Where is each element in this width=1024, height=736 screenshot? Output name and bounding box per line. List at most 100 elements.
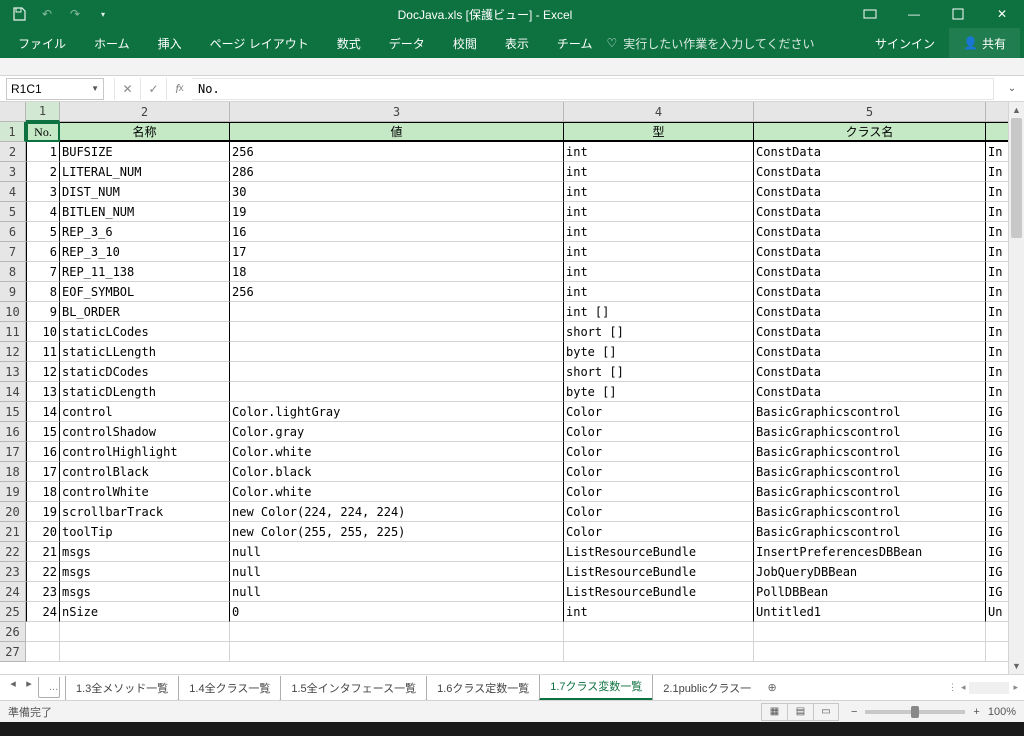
hscroll-track[interactable] [969, 682, 1009, 694]
tab-view[interactable]: 表示 [491, 28, 543, 58]
tab-file[interactable]: ファイル [4, 28, 80, 58]
cell-name[interactable]: toolTip [60, 522, 230, 542]
cell-name[interactable]: nSize [60, 602, 230, 622]
row-header[interactable]: 27 [0, 642, 26, 662]
cell-no[interactable]: 20 [26, 522, 60, 542]
view-page-layout-icon[interactable]: ▤ [787, 703, 813, 721]
zoom-slider[interactable] [865, 710, 965, 714]
sheet-nav-prev-icon[interactable]: ◂ [6, 677, 20, 698]
cell-name[interactable]: msgs [60, 562, 230, 582]
cell-no[interactable]: 22 [26, 562, 60, 582]
cell-no[interactable]: 3 [26, 182, 60, 202]
cell-class[interactable]: ConstData [754, 202, 986, 222]
cell-type[interactable]: byte [] [564, 382, 754, 402]
cell-class[interactable]: BasicGraphicscontrol [754, 442, 986, 462]
cell-type[interactable]: byte [] [564, 342, 754, 362]
cell-name[interactable]: BL_ORDER [60, 302, 230, 322]
name-box[interactable]: R1C1 ▼ [6, 78, 104, 100]
cell-val[interactable]: new Color(255, 255, 225) [230, 522, 564, 542]
cell-type[interactable]: ListResourceBundle [564, 542, 754, 562]
cell-val[interactable]: 30 [230, 182, 564, 202]
cell-empty[interactable] [26, 622, 60, 642]
cell-name[interactable]: controlBlack [60, 462, 230, 482]
cell-type[interactable]: int [564, 202, 754, 222]
tab-page-layout[interactable]: ページ レイアウト [196, 28, 323, 58]
cell-class[interactable]: ConstData [754, 182, 986, 202]
cell-class[interactable]: JobQueryDBBean [754, 562, 986, 582]
cell-empty[interactable] [564, 622, 754, 642]
cell-class[interactable]: BasicGraphicscontrol [754, 402, 986, 422]
row-header[interactable]: 26 [0, 622, 26, 642]
cell-empty[interactable] [60, 642, 230, 662]
undo-icon[interactable]: ↶ [36, 3, 58, 25]
cell-empty[interactable] [26, 642, 60, 662]
cell-name[interactable]: staticLLength [60, 342, 230, 362]
cell-header-name[interactable]: 名称 [60, 122, 230, 142]
cell-val[interactable]: 256 [230, 142, 564, 162]
cell-val[interactable]: 256 [230, 282, 564, 302]
cell-name[interactable]: BITLEN_NUM [60, 202, 230, 222]
sheet-tab[interactable]: 2.1publicクラス一 [652, 676, 761, 701]
enter-icon[interactable]: ✓ [140, 78, 166, 100]
row-header[interactable]: 1 [0, 122, 26, 142]
cell-type[interactable]: int [564, 162, 754, 182]
cell-class[interactable]: ConstData [754, 342, 986, 362]
cell-class[interactable]: ConstData [754, 302, 986, 322]
cell-class[interactable]: BasicGraphicscontrol [754, 522, 986, 542]
select-all-corner[interactable] [0, 102, 26, 122]
cell-type[interactable]: Color [564, 402, 754, 422]
col-header[interactable]: 2 [60, 102, 230, 122]
cell-name[interactable]: staticLCodes [60, 322, 230, 342]
cell-header-type[interactable]: 型 [564, 122, 754, 142]
cell-val[interactable]: Color.white [230, 482, 564, 502]
minimize-icon[interactable]: — [892, 0, 936, 28]
chevron-down-icon[interactable]: ▼ [91, 84, 99, 93]
cell-no[interactable]: 6 [26, 242, 60, 262]
row-header[interactable]: 22 [0, 542, 26, 562]
cancel-icon[interactable]: ✕ [114, 78, 140, 100]
row-header[interactable]: 5 [0, 202, 26, 222]
row-header[interactable]: 20 [0, 502, 26, 522]
cell-no[interactable]: 23 [26, 582, 60, 602]
cell-empty[interactable] [60, 622, 230, 642]
cell-empty[interactable] [754, 622, 986, 642]
sheet-tab[interactable]: 1.7クラス変数一覧 [539, 675, 653, 701]
formula-input[interactable]: No. [192, 78, 994, 100]
cell-val[interactable]: Color.white [230, 442, 564, 462]
row-header[interactable]: 12 [0, 342, 26, 362]
cell-name[interactable]: controlHighlight [60, 442, 230, 462]
cell-no[interactable]: 4 [26, 202, 60, 222]
cell-name[interactable]: REP_3_10 [60, 242, 230, 262]
cell-class[interactable]: BasicGraphicscontrol [754, 502, 986, 522]
cell-val[interactable] [230, 302, 564, 322]
cell-val[interactable] [230, 322, 564, 342]
cell-type[interactable]: Color [564, 442, 754, 462]
col-header[interactable]: 1 [26, 102, 60, 122]
cell-type[interactable]: int [] [564, 302, 754, 322]
cell-no[interactable]: 7 [26, 262, 60, 282]
row-header[interactable]: 21 [0, 522, 26, 542]
row-header[interactable]: 14 [0, 382, 26, 402]
row-header[interactable]: 19 [0, 482, 26, 502]
hscroll-left-icon[interactable]: ◂ [961, 682, 966, 693]
cell-val[interactable]: Color.black [230, 462, 564, 482]
row-header[interactable]: 15 [0, 402, 26, 422]
sheet-tab[interactable]: 1.4全クラス一覧 [178, 676, 281, 701]
cell-name[interactable]: controlWhite [60, 482, 230, 502]
cell-class[interactable]: ConstData [754, 362, 986, 382]
col-header[interactable]: 3 [230, 102, 564, 122]
zoom-out-icon[interactable]: − [851, 706, 857, 718]
row-header[interactable]: 16 [0, 422, 26, 442]
fx-icon[interactable]: fx [166, 78, 192, 100]
hscroll-menu-icon[interactable]: ⋮ [948, 682, 957, 693]
cell-class[interactable]: ConstData [754, 382, 986, 402]
cell-no[interactable]: 8 [26, 282, 60, 302]
tab-insert[interactable]: 挿入 [144, 28, 196, 58]
row-header[interactable]: 13 [0, 362, 26, 382]
row-header[interactable]: 24 [0, 582, 26, 602]
cell-class[interactable]: BasicGraphicscontrol [754, 462, 986, 482]
cell-type[interactable]: int [564, 242, 754, 262]
cell-type[interactable]: Color [564, 522, 754, 542]
row-header[interactable]: 4 [0, 182, 26, 202]
cell-val[interactable]: 17 [230, 242, 564, 262]
